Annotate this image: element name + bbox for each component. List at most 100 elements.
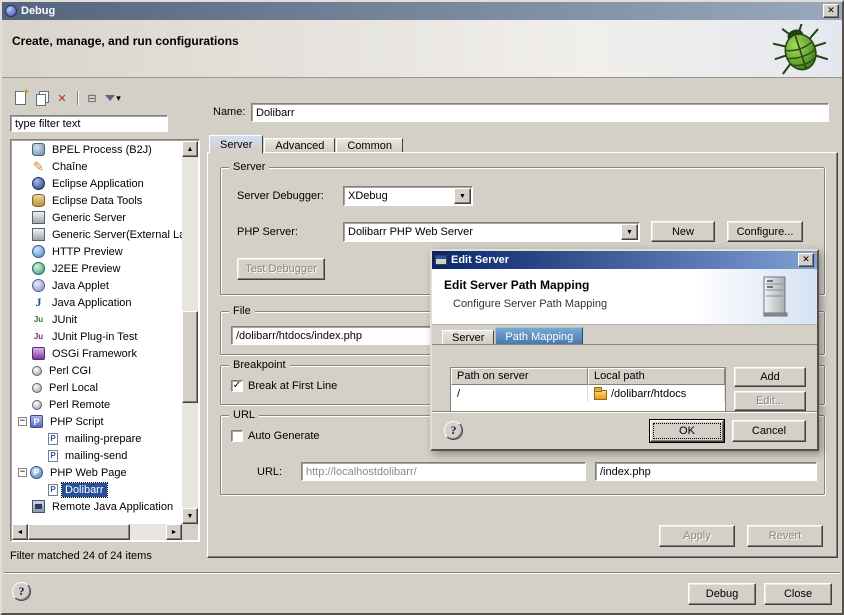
column-header-path-on-server[interactable]: Path on server [451,368,588,385]
tree-item-cha-ne[interactable]: Chaîne [12,158,182,175]
tree-item-junit-plug-in-test[interactable]: JUnit Plug-in Test [12,328,182,345]
tree-item-java-application[interactable]: Java Application [12,294,182,311]
debug-button[interactable]: Debug [688,583,756,605]
tree-item-remote-java-application[interactable]: Remote Java Application [12,498,182,515]
tree-item-osgi-framework[interactable]: OSGi Framework [12,345,182,362]
server-icon [32,228,45,241]
break-first-line-checkbox[interactable] [231,380,243,392]
apply-button[interactable]: Apply [659,525,735,547]
tree-item-mailing-prepare[interactable]: mailing-prepare [12,430,182,447]
tree-item-perl-remote[interactable]: Perl Remote [12,396,182,413]
server-path-cell: / [451,385,588,402]
close-button[interactable]: Close [764,583,832,605]
edit-server-subheading: Configure Server Path Mapping [453,298,607,310]
tree-item-label: JUnit [49,313,80,327]
edit-server-title: Edit Server [451,254,798,266]
tree-item-bpel-process-b2j[interactable]: BPEL Process (B2J) [12,141,182,158]
tree-item-php-script[interactable]: −PHP Script [12,413,182,430]
tab-common[interactable]: Common [336,138,403,153]
test-debugger-button[interactable]: Test Debugger [237,258,325,280]
php-web-icon [30,466,43,479]
cancel-button[interactable]: Cancel [732,420,806,442]
new-server-button[interactable]: New [651,221,715,242]
new-config-icon[interactable] [10,89,30,107]
tree-item-label: Generic Server [49,211,129,225]
tree-item-label: Perl Local [46,381,101,395]
tree-item-php-web-page[interactable]: −PHP Web Page [12,464,182,481]
vertical-scrollbar-thumb[interactable] [182,311,198,403]
filter-status: Filter matched 24 of 24 items [10,550,152,562]
window-icon [435,255,447,265]
tree-item-eclipse-data-tools[interactable]: Eclipse Data Tools [12,192,182,209]
auto-generate-checkbox[interactable] [231,430,243,442]
scroll-down-button[interactable] [182,508,198,524]
help-button[interactable] [12,582,31,601]
column-header-local-path[interactable]: Local path [588,368,725,385]
add-mapping-button[interactable]: Add [734,367,806,387]
collapse-expander-icon[interactable]: − [18,417,27,426]
tree-item-java-applet[interactable]: Java Applet [12,277,182,294]
server-group-label: Server [229,161,269,174]
php-script-icon [30,415,43,428]
dialog-help-button[interactable] [444,421,463,440]
table-row[interactable]: //dolibarr/htdocs [451,385,725,402]
tree-item-dolibarr[interactable]: Dolibarr [12,481,182,498]
url-base-input[interactable] [301,462,586,481]
tree-item-label: Java Application [49,296,135,310]
duplicate-icon[interactable] [31,89,51,107]
feather-icon [32,160,45,173]
scroll-left-button[interactable] [12,524,28,540]
edit-server-close-button[interactable] [798,253,814,267]
configure-server-button[interactable]: Configure... [727,221,803,242]
filter-input[interactable] [10,115,168,132]
tree-item-label: Perl Remote [46,398,113,412]
scroll-right-button[interactable] [166,524,182,540]
tree-item-generic-server-external-la[interactable]: Generic Server(External La [12,226,182,243]
edit-mapping-button[interactable]: Edit... [734,391,806,411]
perl-icon [32,400,42,410]
collapse-all-icon[interactable] [82,89,102,107]
name-input[interactable] [251,103,829,122]
config-toolbar [10,88,124,108]
tree-item-perl-cgi[interactable]: Perl CGI [12,362,182,379]
tree-item-mailing-send[interactable]: mailing-send [12,447,182,464]
chevron-down-icon[interactable] [621,224,638,240]
tree-item-junit[interactable]: JUnit [12,311,182,328]
delete-icon[interactable] [52,89,72,107]
ok-button[interactable]: OK [650,420,724,442]
tree-item-label: JUnit Plug-in Test [49,330,140,344]
server-icon [761,275,789,319]
tree-item-generic-server[interactable]: Generic Server [12,209,182,226]
edit-server-tabs: ServerPath Mapping [442,327,584,345]
tab-advanced[interactable]: Advanced [264,138,335,153]
tree-item-http-preview[interactable]: HTTP Preview [12,243,182,260]
http-icon [32,245,45,258]
window-titlebar[interactable]: Debug [2,2,842,20]
tree-item-perl-local[interactable]: Perl Local [12,379,182,396]
tree-item-j2ee-preview[interactable]: J2EE Preview [12,260,182,277]
window-close-button[interactable] [823,4,839,18]
revert-button[interactable]: Revert [747,525,823,547]
tab-server[interactable]: Server [442,330,494,345]
scroll-up-button[interactable] [182,141,198,157]
horizontal-scrollbar[interactable] [12,524,182,540]
edit-server-titlebar[interactable]: Edit Server [432,251,817,269]
footer-separator [4,572,840,574]
tab-server[interactable]: Server [209,135,263,154]
url-path-input[interactable] [595,462,817,481]
break-first-line-label: Break at First Line [248,380,337,392]
tree-item-eclipse-application[interactable]: Eclipse Application [12,175,182,192]
tree-item-label: Remote Java Application [49,500,176,514]
tab-path-mapping[interactable]: Path Mapping [495,327,583,345]
filter-icon[interactable] [103,89,123,107]
window-title: Debug [21,5,823,17]
collapse-expander-icon[interactable]: − [18,468,27,477]
tree-rows: BPEL Process (B2J)ChaîneEclipse Applicat… [12,141,182,524]
horizontal-scrollbar-thumb[interactable] [28,524,130,540]
php-server-combo[interactable]: Dolibarr PHP Web Server [343,222,640,242]
server-debugger-combo[interactable]: XDebug [343,186,473,206]
file-group-label: File [229,305,255,318]
chevron-down-icon[interactable] [454,188,471,204]
php-server-value: Dolibarr PHP Web Server [348,226,473,238]
vertical-scrollbar[interactable] [182,141,198,524]
